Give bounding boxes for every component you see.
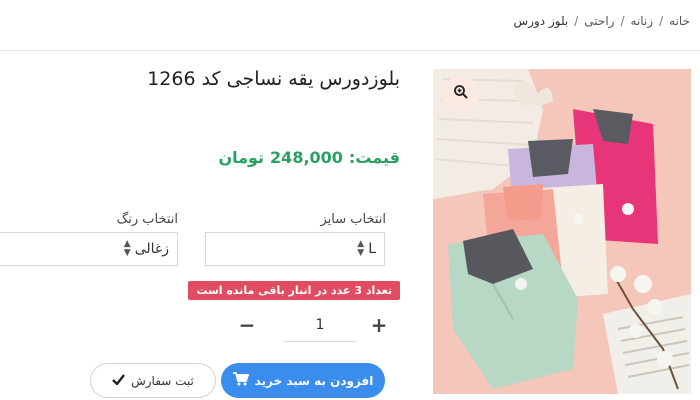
check-icon [112, 373, 126, 388]
product-title: بلوزدورس یقه نساجی کد 1266 [147, 68, 400, 90]
submit-order-label: ثبت سفارش [131, 373, 194, 388]
breadcrumb-item-women[interactable]: زنانه [631, 14, 654, 28]
select-caret-icon: ▲ ▼ [123, 239, 131, 258]
price-currency: تومان [218, 148, 265, 167]
submit-order-button[interactable]: ثبت سفارش [90, 363, 216, 398]
breadcrumb: خانه / زنانه / راحتی / بلوز دورس [514, 14, 690, 28]
size-select[interactable]: L ▲ ▼ [205, 232, 385, 266]
add-to-cart-button[interactable]: افزودن به سبد خرید [221, 363, 385, 398]
price-amount: 248,000 [270, 148, 343, 167]
zoom-button[interactable] [442, 76, 480, 112]
product-photo [433, 69, 691, 394]
select-caret-icon: ▲ ▼ [357, 239, 365, 258]
size-label: انتخاب سایز [320, 212, 386, 227]
breadcrumb-separator: / [659, 14, 664, 28]
price-label: قیمت: [348, 148, 400, 167]
header-divider [0, 50, 700, 51]
breadcrumb-separator: / [574, 14, 579, 28]
product-price: قیمت: 248,000 تومان [218, 148, 400, 167]
quantity-input[interactable]: 1 [284, 312, 356, 342]
stock-badge: تعداد 3 عدد در انبار باقی مانده است [188, 281, 400, 300]
color-select-value: زغالی [134, 241, 169, 257]
color-select[interactable]: زغالی ▲ ▼ [0, 232, 178, 266]
quantity-decrease-button[interactable]: − [236, 313, 258, 337]
zoom-in-icon [453, 84, 469, 104]
breadcrumb-item-home[interactable]: خانه [669, 14, 690, 28]
quantity-increase-button[interactable]: + [368, 313, 390, 337]
cart-icon [232, 372, 249, 389]
size-select-value: L [368, 241, 376, 257]
product-image[interactable] [433, 69, 691, 394]
breadcrumb-current: بلوز دورس [513, 14, 569, 28]
add-to-cart-label: افزودن به سبد خرید [254, 373, 374, 388]
color-label: انتخاب رنگ [116, 212, 178, 227]
breadcrumb-item-casual[interactable]: راحتی [584, 14, 614, 28]
breadcrumb-separator: / [620, 14, 625, 28]
